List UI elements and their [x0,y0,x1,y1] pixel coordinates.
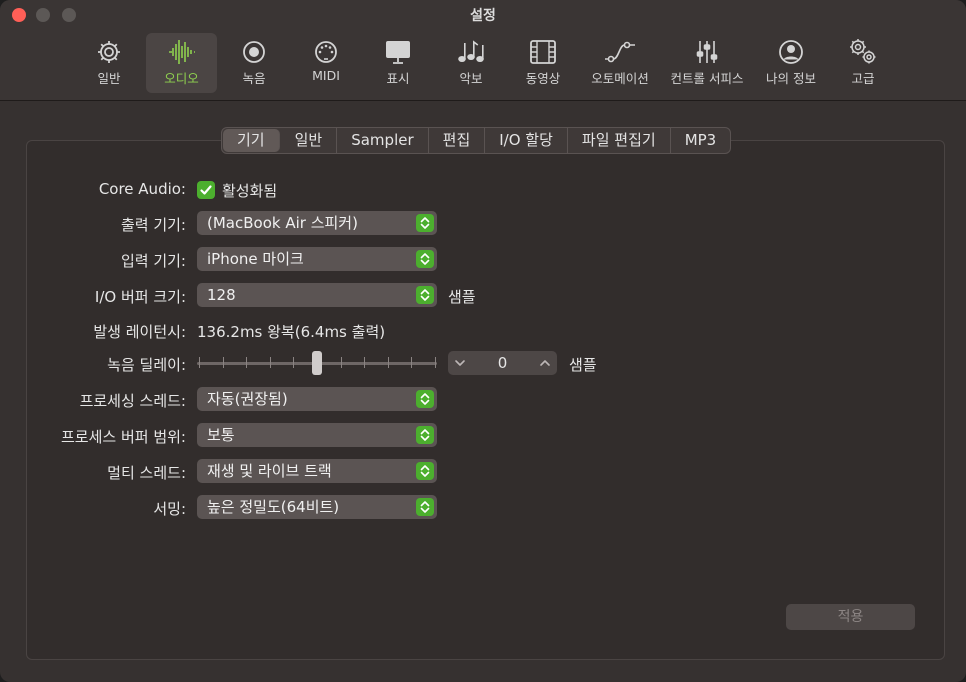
summing-popup[interactable]: 높은 정밀도(64비트) [197,495,437,519]
record-delay-label: 녹음 딜레이: [107,356,186,374]
record-delay-slider-knob[interactable] [312,351,322,375]
person-icon [779,40,803,64]
slider-tick [246,357,248,368]
toolbar-item-label: 고급 [851,71,875,86]
slider-tick [364,357,366,368]
popup-arrows-icon [416,390,434,408]
toolbar-item-label: 표시 [386,71,410,86]
settings-window: 설정 일반 오디오 녹음 MIDI 표시 악보 동영상 오토메이션 컨트롤 서피… [0,0,966,682]
toolbar-item-label: 오토메이션 [591,71,649,86]
latency-label: 발생 레이턴시: [93,323,186,341]
toolbar-item-general[interactable]: 일반 [78,33,140,93]
core-audio-label: Core Audio: [98,180,186,198]
popup-arrows-icon [416,426,434,444]
process-buffer-range-label: 프로세스 버퍼 범위: [61,428,186,446]
popup-arrows-icon [416,462,434,480]
toolbar-item-label: 일반 [97,71,121,86]
input-device-popup[interactable]: iPhone 마이크 [197,247,437,271]
display-icon [386,41,410,64]
tab-edit[interactable]: 편집 [429,128,486,153]
toolbar-item-my-info[interactable]: 나의 정보 [758,33,824,93]
chevron-up-icon[interactable] [539,357,551,369]
input-device-label: 입력 기기: [120,252,186,270]
checkmark-icon [200,185,212,195]
latency-value: 136.2ms 왕복(6.4ms 출력) [197,323,386,341]
popup-arrows-icon [416,214,434,232]
summing-label: 서밍: [153,500,186,518]
toolbar-item-label: MIDI [312,68,340,83]
toolbar-item-label: 동영상 [525,71,561,86]
gear-icon [98,41,120,63]
automation-curve-icon [605,41,635,63]
popup-arrows-icon [416,498,434,516]
toolbar-item-label: 녹음 [242,71,266,86]
multithreading-value: 재생 및 라이브 트랙 [207,462,332,480]
toolbar-item-record[interactable]: 녹음 [223,33,285,93]
toolbar-item-midi[interactable]: MIDI [295,33,357,93]
audio-tabs: 기기 일반 Sampler 편집 I/O 할당 파일 편집기 MP3 [221,127,732,154]
tab-mp3[interactable]: MP3 [671,128,731,153]
toolbar-item-label: 나의 정보 [766,71,816,86]
slider-tick [222,357,224,368]
toolbar-item-control-surfaces[interactable]: 컨트롤 서피스 [664,33,750,93]
processing-threads-value: 자동(권장됨) [207,390,288,408]
sliders-icon [696,41,718,63]
core-audio-checkbox[interactable] [197,181,215,199]
toolbar-item-label: 오디오 [164,71,199,86]
toolbar-item-label: 악보 [459,71,483,86]
waveform-icon [168,40,195,64]
process-buffer-range-popup[interactable]: 보통 [197,423,437,447]
input-device-value: iPhone 마이크 [207,250,304,268]
core-audio-checkbox-label: 활성화됨 [222,182,278,200]
slider-tick [387,357,389,368]
process-buffer-range-value: 보통 [207,426,235,444]
toolbar-item-label: 컨트롤 서피스 [670,71,744,86]
output-device-label: 출력 기기: [120,216,186,234]
multithreading-label: 멀티 스레드: [107,464,186,482]
midi-port-icon [315,41,337,63]
apply-button[interactable]: 적용 [786,604,915,630]
io-buffer-value: 128 [207,286,236,304]
tab-file-editor[interactable]: 파일 편집기 [568,128,671,153]
tab-devices[interactable]: 기기 [223,129,280,152]
io-buffer-label: I/O 버퍼 크기: [94,288,186,306]
slider-tick [269,357,271,368]
toolbar-item-display[interactable]: 표시 [367,33,429,93]
popup-arrows-icon [416,286,434,304]
record-delay-stepper[interactable]: 0 [448,351,557,375]
toolbar-item-audio[interactable]: 오디오 [146,33,217,93]
slider-tick [293,357,295,368]
slider-tick [340,357,342,368]
output-device-value: (MacBook Air 스피커) [207,214,358,232]
processing-threads-label: 프로세싱 스레드: [79,392,186,410]
toolbar: 설정 일반 오디오 녹음 MIDI 표시 악보 동영상 오토메이션 컨트롤 서피… [0,0,966,101]
processing-threads-popup[interactable]: 자동(권장됨) [197,387,437,411]
io-buffer-unit: 샘플 [448,288,476,306]
film-icon [530,40,556,64]
slider-tick [435,357,436,368]
toolbar-item-video[interactable]: 동영상 [512,33,574,93]
record-delay-unit: 샘플 [569,356,597,374]
slider-tick [411,357,413,368]
toolbar-item-score[interactable]: 악보 [440,33,502,93]
gears-icon [850,39,876,64]
popup-arrows-icon [416,250,434,268]
record-icon [243,41,265,63]
tab-sampler[interactable]: Sampler [337,128,429,153]
multithreading-popup[interactable]: 재생 및 라이브 트랙 [197,459,437,483]
window-title: 설정 [470,8,496,24]
toolbar-item-advanced[interactable]: 고급 [832,33,894,93]
tab-io-assignments[interactable]: I/O 할당 [485,128,568,153]
summing-value: 높은 정밀도(64비트) [207,498,340,516]
toolbar-item-automation[interactable]: 오토메이션 [584,33,656,93]
music-notes-icon [458,40,484,62]
io-buffer-popup[interactable]: 128 [197,283,437,307]
tab-general[interactable]: 일반 [281,128,338,153]
slider-tick [199,357,200,368]
output-device-popup[interactable]: (MacBook Air 스피커) [197,211,437,235]
